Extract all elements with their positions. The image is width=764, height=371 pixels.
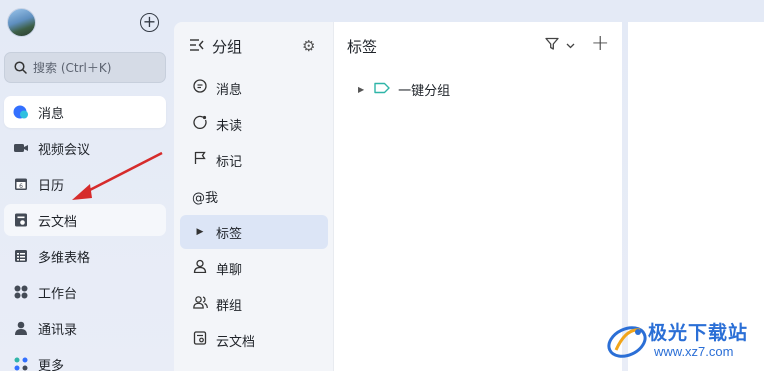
group-item-label: 云文档: [216, 334, 256, 350]
group-item-direct-chat[interactable]: 单聊: [180, 251, 328, 285]
workspace-icon: [13, 284, 29, 300]
person-icon: [192, 259, 208, 277]
nav-item-video-meeting[interactable]: 视频会议: [4, 132, 166, 164]
tag-icon: [374, 82, 390, 98]
filter-icon: [545, 37, 559, 50]
contacts-icon: [13, 320, 29, 336]
document-icon: [13, 212, 29, 228]
filter-dropdown[interactable]: [545, 37, 575, 54]
settings-gear-icon[interactable]: ⚙: [302, 37, 315, 55]
nav-label: 消息: [38, 106, 65, 122]
group-item-messages[interactable]: 消息: [180, 71, 328, 105]
nav-item-contacts[interactable]: 通讯录: [4, 312, 166, 344]
chat-bubble-icon: [192, 79, 208, 97]
collapse-panel-icon[interactable]: [190, 38, 204, 55]
unread-icon: [192, 115, 208, 133]
group-item-groups[interactable]: 群组: [180, 287, 328, 321]
nav-item-base-table[interactable]: 多维表格: [4, 240, 166, 272]
group-item-unread[interactable]: 未读: [180, 107, 328, 141]
tag-group-row[interactable]: ▶ 一键分组: [358, 80, 450, 99]
search-placeholder: 搜索 (Ctrl＋K): [33, 61, 112, 75]
nav-item-cloud-docs[interactable]: 云文档: [4, 204, 166, 236]
nav-label: 更多: [38, 358, 65, 371]
group-item-label: 消息: [216, 82, 243, 98]
group-panel: 分组 ⚙ 消息 未读 标记 @我 ▶ 标签 单聊 群组 云文档: [174, 22, 333, 371]
group-item-label: 标记: [216, 154, 243, 170]
group-item-label: 群组: [216, 298, 243, 314]
expand-triangle-icon[interactable]: ▶: [192, 227, 208, 237]
nav-label: 视频会议: [38, 142, 91, 158]
search-input[interactable]: 搜索 (Ctrl＋K): [4, 52, 166, 83]
content-title: 标签: [347, 38, 378, 56]
nav-label: 多维表格: [38, 250, 91, 266]
collapsed-triangle-icon[interactable]: ▶: [358, 85, 364, 94]
watermark-url: www.xz7.com: [654, 344, 734, 359]
group-item-label: 标签: [216, 226, 243, 242]
group-item-tags[interactable]: ▶ 标签: [180, 215, 328, 249]
group-item-flagged[interactable]: 标记: [180, 143, 328, 177]
site-watermark: 极光下载站 www.xz7.com: [604, 316, 764, 368]
calendar-day: 6: [19, 183, 23, 190]
group-item-label: @我: [192, 190, 219, 206]
calendar-icon: 6: [13, 176, 29, 192]
nav-label: 云文档: [38, 214, 78, 230]
group-item-label: 单聊: [216, 262, 243, 278]
group-panel-header: 分组: [190, 36, 242, 57]
nav-label: 日历: [38, 178, 65, 194]
flag-icon: [192, 151, 208, 169]
nav-item-calendar[interactable]: 6 日历: [4, 168, 166, 200]
nav-label: 工作台: [38, 286, 78, 302]
more-icon: [13, 356, 29, 371]
video-icon: [13, 140, 29, 156]
search-icon: [14, 61, 27, 74]
watermark-name: 极光下载站: [648, 322, 749, 344]
group-panel-title: 分组: [212, 38, 243, 56]
nav-item-messages[interactable]: 消息: [4, 96, 166, 128]
nav-item-workplace[interactable]: 工作台: [4, 276, 166, 308]
chevron-down-icon: [566, 43, 575, 49]
group-icon: [192, 295, 208, 313]
group-item-label: 未读: [216, 118, 243, 134]
add-tag-plus-icon[interactable]: +: [591, 31, 609, 56]
doc-icon: [192, 331, 208, 349]
message-icon: [13, 104, 29, 120]
avatar[interactable]: [7, 8, 36, 37]
group-item-mentions[interactable]: @我: [180, 179, 328, 213]
left-nav: + 搜索 (Ctrl＋K) 消息 视频会议 6 日历 云文档 多维表格 工作台 …: [0, 0, 172, 371]
nav-item-more[interactable]: 更多: [4, 348, 166, 371]
watermark-logo-icon: [607, 326, 647, 358]
tag-content-panel: 标签 + ▶ 一键分组: [333, 22, 622, 371]
tag-group-label: 一键分组: [398, 84, 451, 99]
group-item-cloud-docs[interactable]: 云文档: [180, 323, 328, 357]
table-icon: [13, 248, 29, 264]
create-plus-icon[interactable]: +: [140, 13, 159, 32]
nav-label: 通讯录: [38, 322, 78, 338]
